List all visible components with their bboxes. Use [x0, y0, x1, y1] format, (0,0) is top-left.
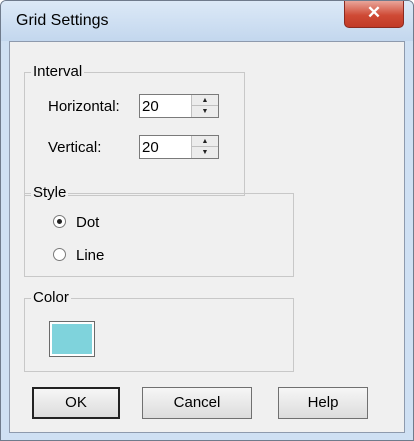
vertical-spinbox: ▲ ▼: [139, 135, 219, 159]
horizontal-up-arrow-icon[interactable]: ▲: [192, 95, 218, 106]
ok-button[interactable]: OK: [32, 387, 120, 419]
dialog-title: Grid Settings: [16, 12, 109, 29]
dialog-body: Interval Horizontal: ▲ ▼ Vertical: ▲ ▼ S…: [9, 41, 405, 433]
close-button[interactable]: ✕: [344, 1, 404, 28]
style-legend: Style: [31, 184, 69, 201]
vertical-input[interactable]: [142, 137, 192, 157]
horizontal-spinbox: ▲ ▼: [139, 94, 219, 118]
vertical-up-arrow-icon[interactable]: ▲: [192, 136, 218, 147]
color-swatch-button[interactable]: [49, 321, 95, 357]
radio-dot-label[interactable]: Dot: [76, 214, 99, 231]
color-legend: Color: [31, 289, 71, 306]
title-bar[interactable]: Grid Settings ✕: [1, 1, 413, 41]
radio-dot[interactable]: [53, 215, 66, 228]
interval-legend: Interval: [31, 63, 85, 80]
vertical-label: Vertical:: [48, 139, 102, 156]
interval-group: Interval: [24, 63, 245, 196]
radio-line[interactable]: [53, 248, 66, 261]
style-group: Style: [24, 184, 294, 277]
horizontal-down-arrow-icon[interactable]: ▼: [192, 106, 218, 117]
help-button[interactable]: Help: [278, 387, 368, 419]
grid-settings-dialog: Grid Settings ✕ Interval Horizontal: ▲ ▼…: [0, 0, 414, 441]
close-icon: ✕: [366, 3, 382, 22]
vertical-down-arrow-icon[interactable]: ▼: [192, 147, 218, 158]
horizontal-spin-arrows: ▲ ▼: [191, 95, 218, 117]
color-swatch-fill: [52, 324, 92, 354]
vertical-spin-arrows: ▲ ▼: [191, 136, 218, 158]
horizontal-label: Horizontal:: [48, 98, 120, 115]
horizontal-input[interactable]: [142, 96, 192, 116]
radio-dot-selected-indicator: [57, 219, 62, 224]
cancel-button[interactable]: Cancel: [142, 387, 252, 419]
radio-line-label[interactable]: Line: [76, 247, 104, 264]
